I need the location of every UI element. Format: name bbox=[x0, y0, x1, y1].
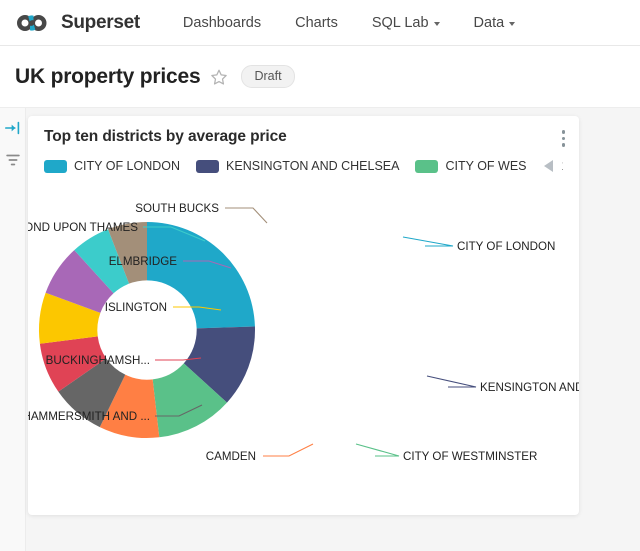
star-outline-icon[interactable] bbox=[210, 68, 228, 86]
nav-link-label: Data bbox=[474, 15, 505, 31]
nav-link-dashboards[interactable]: Dashboards bbox=[166, 15, 278, 31]
superset-infinity-logo-icon bbox=[14, 11, 54, 35]
donut-slice-label: SOUTH BUCKS bbox=[135, 202, 219, 215]
leader-line bbox=[356, 444, 399, 456]
more-vertical-icon[interactable] bbox=[560, 128, 568, 149]
status-badge[interactable]: Draft bbox=[241, 65, 294, 88]
chart-card: Top ten districts by average price CITY … bbox=[28, 116, 579, 515]
donut-slice-label: CITY OF LONDON bbox=[457, 240, 555, 253]
leader-line bbox=[403, 237, 453, 246]
chart-title: Top ten districts by average price bbox=[44, 128, 563, 146]
donut-slice-label: BUCKINGHAMSH... bbox=[46, 354, 150, 367]
leader-line bbox=[263, 444, 313, 456]
donut-slice-label: CITY OF WESTMINSTER bbox=[403, 450, 537, 463]
kebab-dot bbox=[562, 130, 566, 134]
donut-slice-label: RICHMOND UPON THAMES bbox=[28, 221, 138, 234]
nav-link-label: Dashboards bbox=[183, 15, 261, 31]
nav-link-label: Charts bbox=[295, 15, 338, 31]
top-navbar: Superset Dashboards Charts SQL Lab Data bbox=[0, 0, 640, 46]
chevron-down-icon bbox=[434, 22, 440, 26]
chart-plot-area: CITY OF LONDONKENSINGTON AND...CITY OF W… bbox=[44, 178, 563, 518]
nav-links: Dashboards Charts SQL Lab Data bbox=[166, 15, 532, 31]
chevron-down-icon bbox=[509, 22, 515, 26]
expand-panel-icon[interactable] bbox=[4, 119, 22, 137]
donut-slice-label: HAMMERSMITH AND ... bbox=[28, 410, 150, 423]
filter-funnel-icon[interactable] bbox=[4, 151, 22, 169]
leader-line bbox=[427, 376, 476, 387]
donut-slice-label: KENSINGTON AND... bbox=[480, 381, 579, 394]
nav-link-data[interactable]: Data bbox=[457, 15, 533, 31]
leader-line bbox=[225, 208, 267, 223]
nav-link-sql-lab[interactable]: SQL Lab bbox=[355, 15, 457, 31]
dashboard-body: Top ten districts by average price CITY … bbox=[0, 108, 640, 551]
nav-link-charts[interactable]: Charts bbox=[278, 15, 355, 31]
brand-name: Superset bbox=[61, 12, 140, 34]
kebab-dot bbox=[562, 143, 566, 147]
donut-slice-label: CAMDEN bbox=[206, 450, 256, 463]
page-title: UK property prices bbox=[15, 65, 200, 89]
left-rail bbox=[0, 108, 26, 551]
brand-logo-link[interactable]: Superset bbox=[14, 11, 140, 35]
nav-link-label: SQL Lab bbox=[372, 15, 429, 31]
kebab-dot bbox=[562, 137, 566, 141]
donut-chart[interactable]: CITY OF LONDON KENSINGTON AND... CITY OF W… bbox=[28, 170, 579, 520]
donut-slice-label: ELMBRIDGE bbox=[109, 255, 178, 268]
donut-slice-label: ISLINGTON bbox=[105, 301, 167, 314]
dashboard-header: UK property prices Draft bbox=[0, 46, 640, 108]
